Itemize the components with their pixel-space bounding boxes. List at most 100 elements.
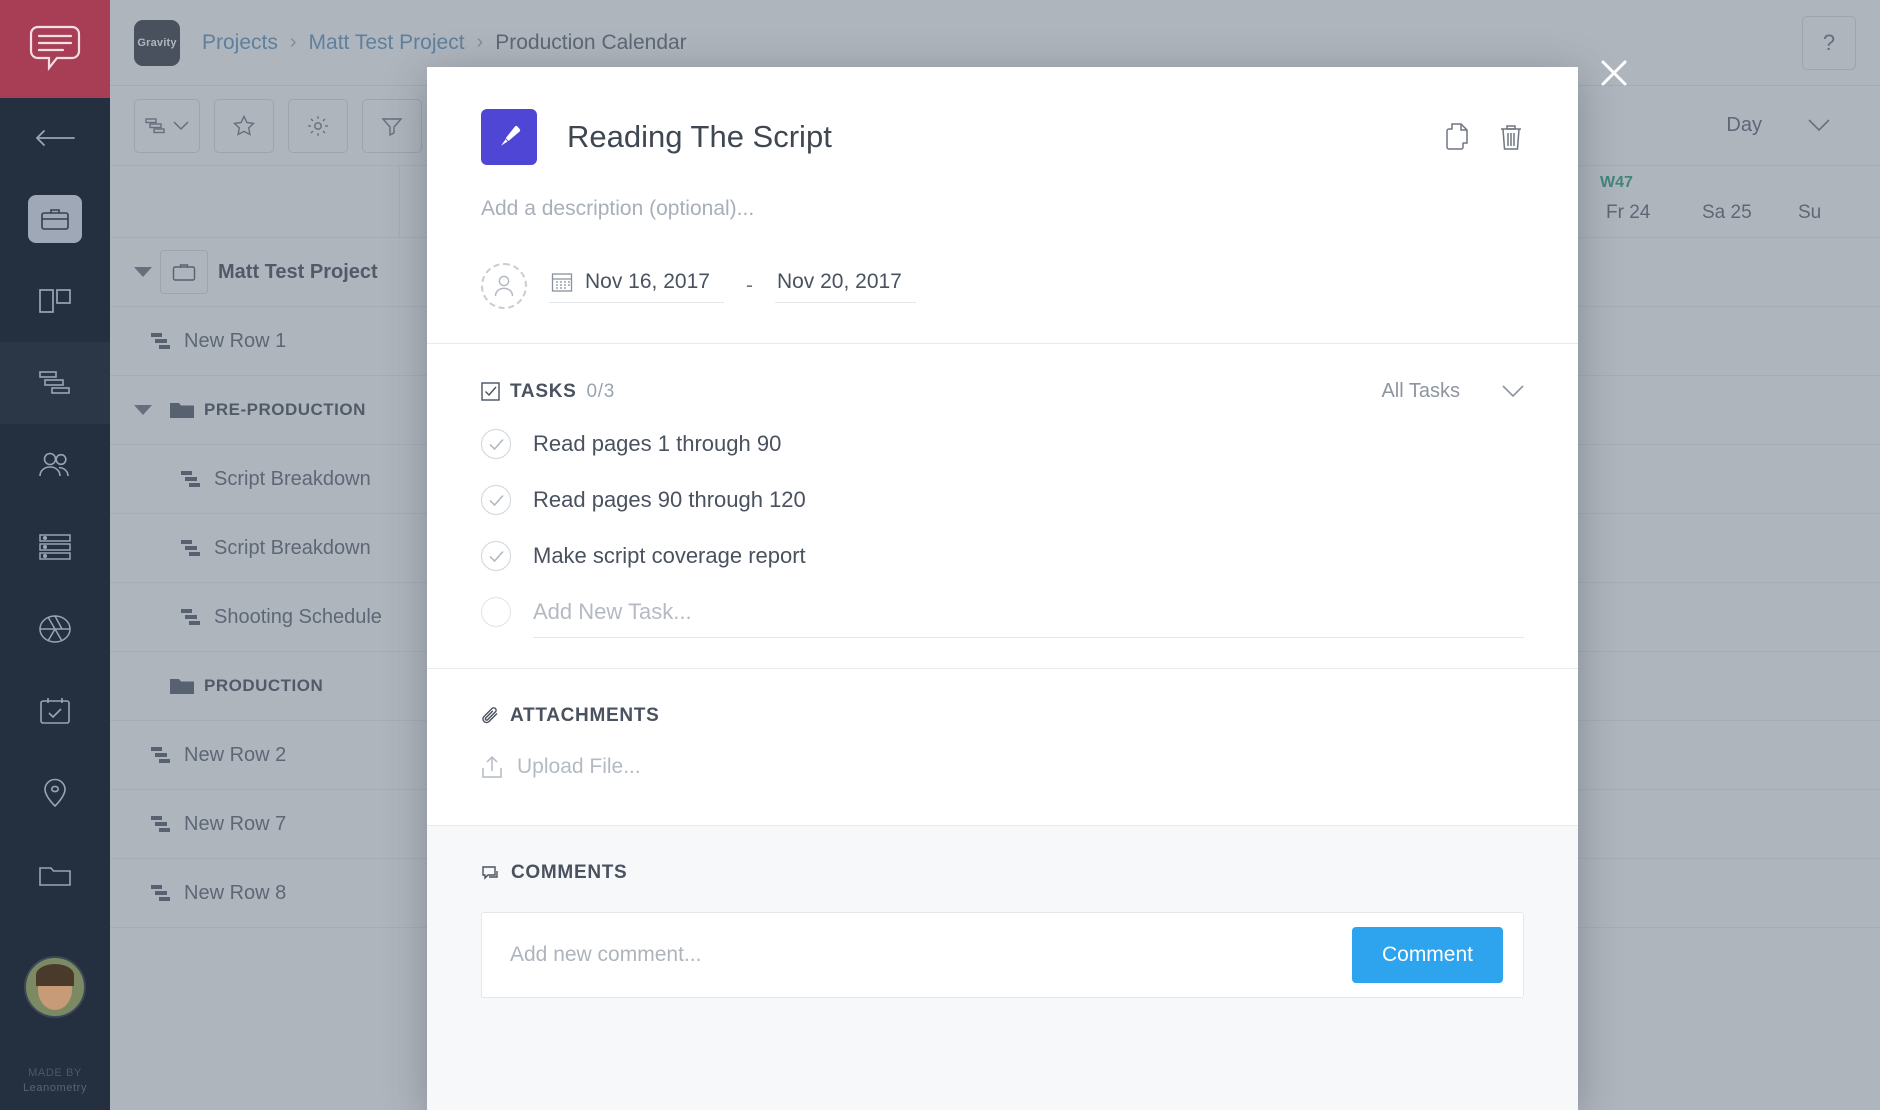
paintbrush-icon xyxy=(494,122,524,152)
task-checkbox[interactable] xyxy=(481,541,511,571)
breadcrumb-separator: › xyxy=(290,31,297,54)
timescale-dropdown[interactable]: Day xyxy=(1726,114,1856,137)
close-icon xyxy=(1599,58,1629,88)
person-placeholder-icon xyxy=(493,274,515,298)
speech-bubble-logo-icon xyxy=(27,24,83,74)
add-task-input[interactable]: Add New Task... xyxy=(533,599,692,625)
rail-footer: MADE BY Leanometry xyxy=(0,1066,110,1096)
sidebar-item-locations[interactable] xyxy=(0,752,110,834)
list-item-label: PRODUCTION xyxy=(204,676,323,696)
tasks-label: TASKS xyxy=(510,381,576,403)
start-date-value: Nov 16, 2017 xyxy=(585,270,710,294)
sidebar-item-calendar[interactable] xyxy=(0,670,110,752)
modal-header-actions xyxy=(1444,122,1524,152)
task-checkbox[interactable] xyxy=(481,485,511,515)
breadcrumb-item-project[interactable]: Matt Test Project xyxy=(309,31,465,55)
task-item[interactable]: Make script coverage report xyxy=(481,541,1524,571)
list-item-label: New Row 7 xyxy=(184,813,286,836)
list-item-label: Shooting Schedule xyxy=(214,606,382,629)
end-date-field[interactable]: Nov 20, 2017 xyxy=(775,270,916,303)
tasks-section-header: TASKS 0/3 All Tasks xyxy=(481,380,1524,403)
page-title[interactable]: Reading The Script xyxy=(567,119,832,155)
app-logo[interactable] xyxy=(0,0,110,98)
task-checkbox[interactable] xyxy=(481,429,511,459)
day-column: Sa 25 xyxy=(1702,202,1798,224)
comments-label: COMMENTS xyxy=(511,862,627,884)
gantt-icon xyxy=(140,745,184,765)
breadcrumb: Projects › Matt Test Project › Productio… xyxy=(202,31,687,55)
gantt-icon xyxy=(170,538,214,558)
task-label: Read pages 1 through 90 xyxy=(533,431,781,457)
comment-bubble-icon xyxy=(481,864,501,883)
close-modal-button[interactable] xyxy=(1596,55,1632,91)
list-item-label: Script Breakdown xyxy=(214,468,371,491)
gantt-view-dropdown[interactable] xyxy=(134,99,200,153)
chevron-down-icon[interactable] xyxy=(126,267,160,278)
tasks-filter-dropdown[interactable]: All Tasks xyxy=(1381,380,1524,403)
task-type-badge[interactable] xyxy=(481,109,537,165)
sidebar-item-lists[interactable] xyxy=(0,506,110,588)
list-icon xyxy=(38,533,72,561)
company-label: Leanometry xyxy=(0,1081,110,1096)
gravity-logo[interactable]: Gravity xyxy=(134,20,180,66)
task-item[interactable]: Read pages 90 through 120 xyxy=(481,485,1524,515)
upload-icon xyxy=(481,755,503,779)
chevron-down-icon xyxy=(1502,385,1524,398)
favorite-button[interactable] xyxy=(214,99,274,153)
attachments-title: ATTACHMENTS xyxy=(481,705,1524,727)
made-by-label: MADE BY xyxy=(0,1066,110,1081)
gantt-icon xyxy=(170,469,214,489)
gantt-icon xyxy=(140,331,184,351)
list-item-label: PRE-PRODUCTION xyxy=(204,400,366,420)
start-date-field[interactable]: Nov 16, 2017 xyxy=(549,270,724,303)
delete-button[interactable] xyxy=(1498,122,1524,152)
duplicate-button[interactable] xyxy=(1444,122,1472,152)
week-label: W47 xyxy=(1600,174,1633,192)
tasks-title: TASKS 0/3 xyxy=(481,381,615,403)
list-item-label: New Row 1 xyxy=(184,330,286,353)
sidebar-item-projects[interactable] xyxy=(0,178,110,260)
chevron-down-icon xyxy=(173,121,189,131)
upload-file-button[interactable]: Upload File... xyxy=(481,755,1524,779)
assignee-picker[interactable] xyxy=(481,263,527,309)
comment-input-box[interactable]: Add new comment... Comment xyxy=(481,912,1524,998)
folder-icon xyxy=(160,400,204,420)
folder-icon xyxy=(38,862,72,888)
check-icon xyxy=(489,438,504,451)
checkbox-icon xyxy=(481,382,500,401)
help-button[interactable]: ? xyxy=(1802,16,1856,70)
folder-icon xyxy=(160,676,204,696)
sidebar-item-back[interactable] xyxy=(0,98,110,178)
chevron-down-icon[interactable] xyxy=(126,405,160,416)
board-icon xyxy=(38,286,72,316)
people-icon xyxy=(37,451,73,479)
sidebar-item-media[interactable] xyxy=(0,588,110,670)
copy-icon xyxy=(1444,122,1472,152)
sidebar-item-team[interactable] xyxy=(0,424,110,506)
submit-comment-button[interactable]: Comment xyxy=(1352,927,1503,983)
settings-button[interactable] xyxy=(288,99,348,153)
top-bar-actions: ? xyxy=(1802,16,1856,70)
description-input[interactable]: Add a description (optional)... xyxy=(481,197,1524,221)
sidebar-item-files[interactable] xyxy=(0,834,110,916)
sidebar-item-gantt[interactable] xyxy=(0,342,110,424)
gantt-icon xyxy=(38,370,72,396)
breadcrumb-item-projects[interactable]: Projects xyxy=(202,31,278,55)
task-label: Read pages 90 through 120 xyxy=(533,487,806,513)
comment-input[interactable]: Add new comment... xyxy=(510,943,701,967)
day-column: Su xyxy=(1798,202,1880,224)
add-task-row[interactable]: Add New Task... xyxy=(481,597,1524,627)
sidebar-item-boards[interactable] xyxy=(0,260,110,342)
breadcrumb-item-current: Production Calendar xyxy=(495,31,686,55)
chevron-down-icon xyxy=(1808,119,1830,132)
task-item[interactable]: Read pages 1 through 90 xyxy=(481,429,1524,459)
trash-icon xyxy=(1498,122,1524,152)
comments-section: COMMENTS Add new comment... Comment xyxy=(427,825,1578,1110)
comments-title: COMMENTS xyxy=(481,862,1524,884)
avatar[interactable] xyxy=(24,956,86,1018)
filter-button[interactable] xyxy=(362,99,422,153)
attachments-label: ATTACHMENTS xyxy=(510,705,659,727)
breadcrumb-separator: › xyxy=(477,31,484,54)
star-icon xyxy=(232,114,256,138)
new-task-checkbox xyxy=(481,597,511,627)
